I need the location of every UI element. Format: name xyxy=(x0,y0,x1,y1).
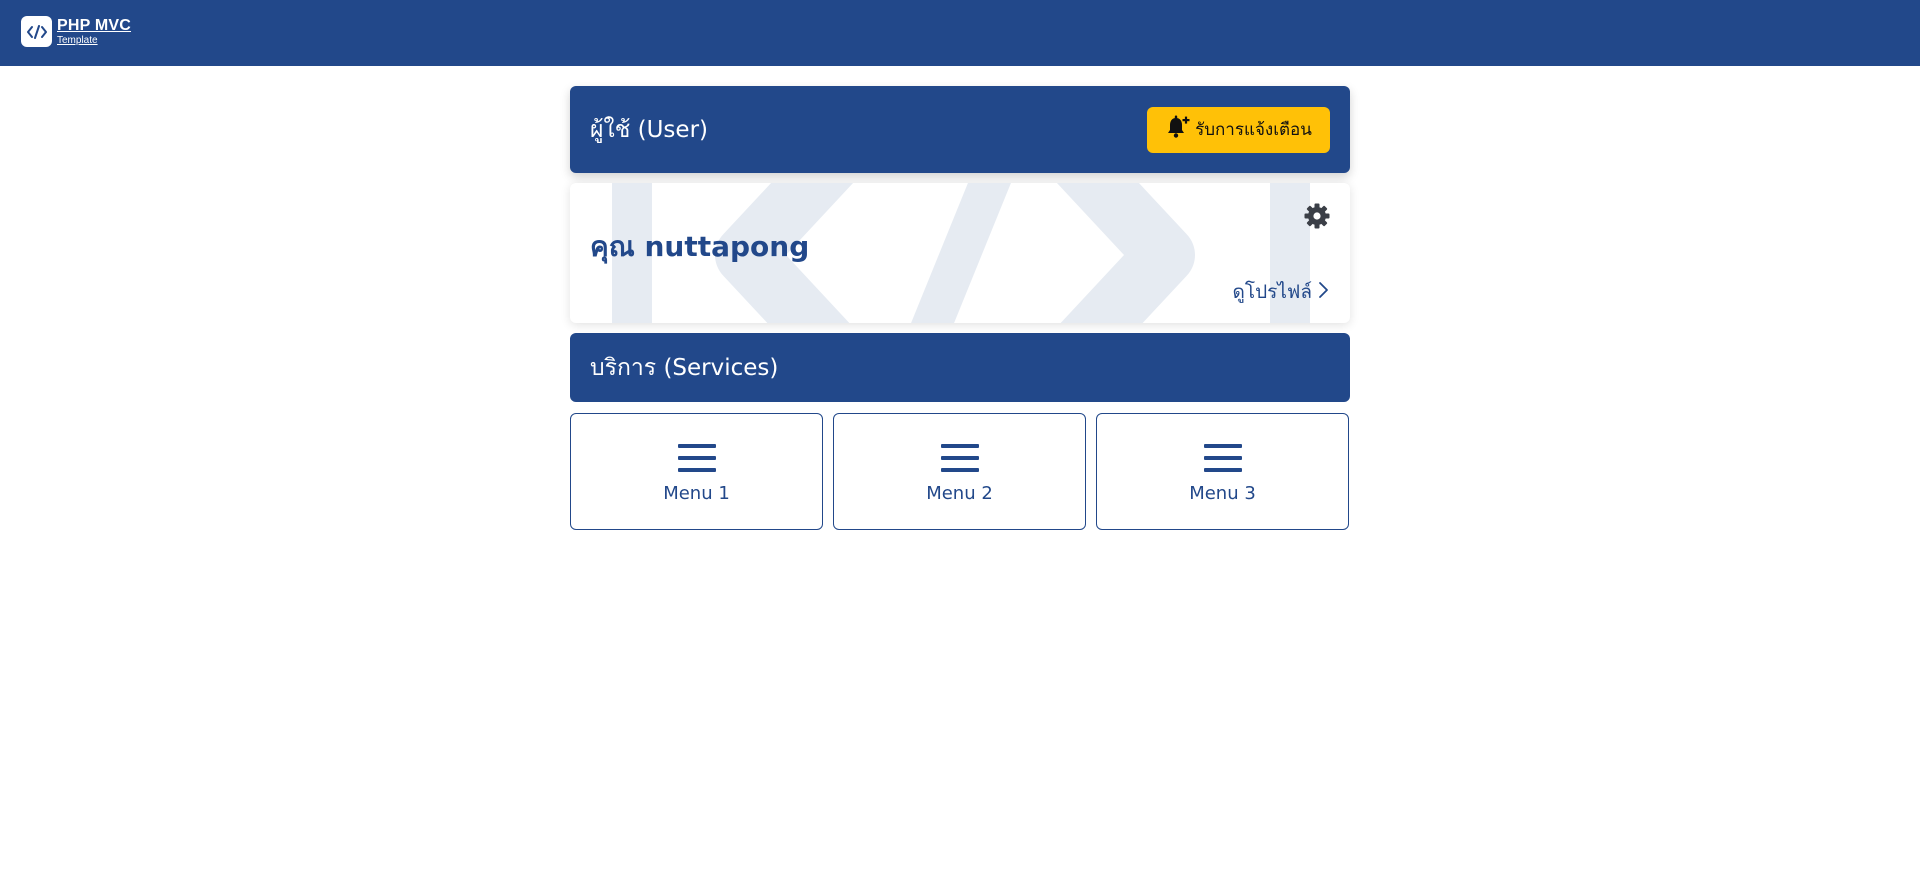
subscribe-notification-button[interactable]: รับการแจ้งเตือน xyxy=(1147,106,1330,153)
brand-subtitle: Template xyxy=(57,34,98,46)
user-panel-title: ผู้ใช้ (User) xyxy=(590,116,708,143)
bell-plus-icon xyxy=(1165,114,1191,145)
top-navbar: PHP MVC Template xyxy=(0,0,1920,66)
profile-card: คุณ nuttapong ดูโปรไฟล์ xyxy=(570,183,1350,323)
brand-text: PHP MVC Template xyxy=(57,16,132,46)
view-profile-link[interactable]: ดูโปรไฟล์ xyxy=(1233,277,1330,307)
profile-name: คุณ nuttapong xyxy=(590,230,810,263)
brand-link[interactable]: PHP MVC Template xyxy=(21,16,131,47)
service-menu-grid: Menu 1 Menu 2 Menu 3 xyxy=(570,413,1350,530)
menu-label: Menu 3 xyxy=(1189,482,1256,504)
code-icon xyxy=(21,16,52,47)
chevron-right-icon xyxy=(1318,281,1330,304)
hamburger-icon xyxy=(677,443,716,472)
hamburger-icon xyxy=(940,443,979,472)
menu-card-2[interactable]: Menu 2 xyxy=(833,413,1086,530)
menu-card-3[interactable]: Menu 3 xyxy=(1096,413,1349,530)
main-content: ผู้ใช้ (User) รับการแจ้งเตือน คุณ nuttap… xyxy=(570,86,1350,530)
subscribe-notification-label: รับการแจ้งเตือน xyxy=(1195,120,1312,140)
services-panel-header: บริการ (Services) xyxy=(570,333,1350,402)
gear-icon[interactable] xyxy=(1302,201,1332,231)
menu-label: Menu 2 xyxy=(926,482,993,504)
user-panel-header: ผู้ใช้ (User) รับการแจ้งเตือน xyxy=(570,86,1350,173)
menu-label: Menu 1 xyxy=(663,482,730,504)
view-profile-label: ดูโปรไฟล์ xyxy=(1232,281,1312,303)
menu-card-1[interactable]: Menu 1 xyxy=(570,413,823,530)
brand-title: PHP MVC xyxy=(57,16,132,34)
hamburger-icon xyxy=(1203,443,1242,472)
services-panel-title: บริการ (Services) xyxy=(590,354,779,381)
